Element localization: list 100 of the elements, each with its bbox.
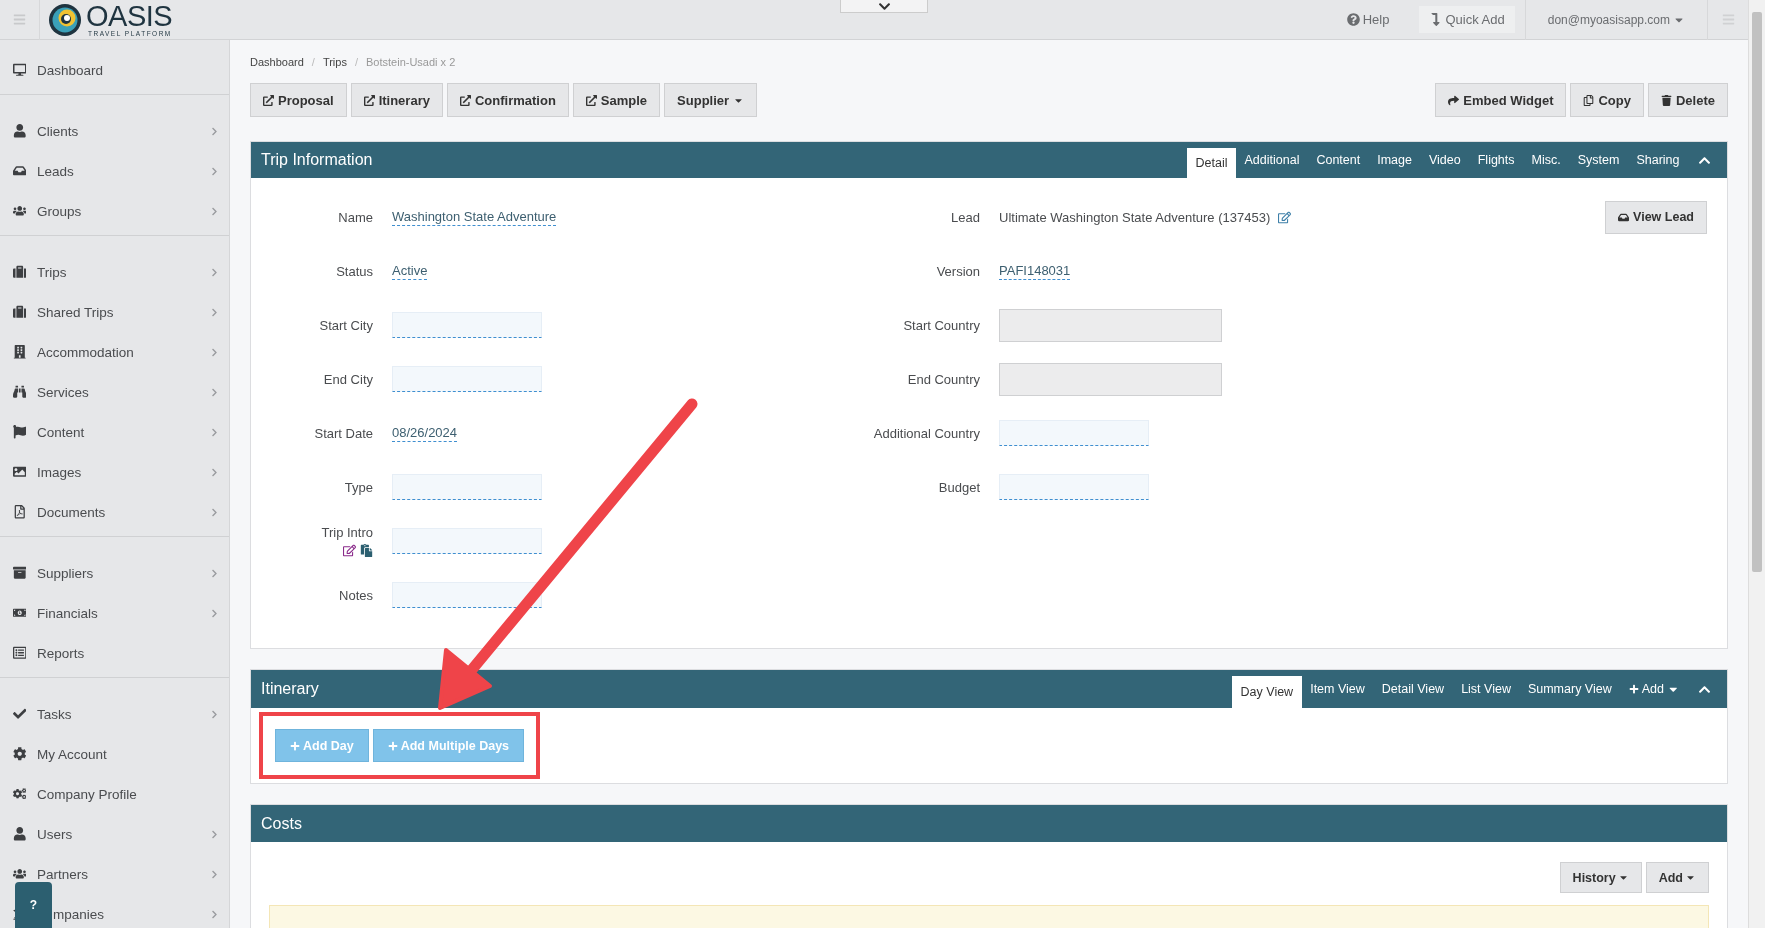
chevron-icon [210,166,219,176]
input-field[interactable] [392,528,542,554]
sidebar-item[interactable]: mpanies [53,906,200,922]
input-field[interactable] [392,312,542,338]
field-label: Start Country [903,317,980,333]
sidebar-item[interactable]: Leads [0,151,229,191]
view-lead-button[interactable]: View Lead [1605,200,1707,234]
tab[interactable]: Item View [1301,673,1374,705]
input-field[interactable] [999,420,1149,446]
sidebar-item[interactable]: Dashboard [0,50,229,90]
paste-icon[interactable] [360,544,373,557]
chevron-icon [210,869,219,879]
sidebar-item[interactable]: Accommodation [0,332,229,372]
tab[interactable]: Content [1307,145,1369,175]
breadcrumb-link[interactable]: Trips [322,56,347,68]
chevron-icon [210,909,219,919]
input-field[interactable] [999,474,1149,500]
edit-icon[interactable] [343,544,356,557]
flag-icon [12,425,27,439]
editable-value[interactable]: 08/26/2024 [392,424,458,442]
top-link[interactable]: Quick Add [1419,6,1515,33]
chevron-icon [210,829,219,839]
panel-title: Itinerary [261,680,319,698]
tab[interactable]: Detail [1187,148,1237,178]
sidebar-item[interactable]: Images [0,452,229,492]
sidebar-item[interactable]: Groups [0,191,229,231]
action-button[interactable]: Embed Widget [1435,83,1567,117]
editable-value[interactable]: PAFI148031 [999,262,1071,280]
open-button[interactable]: Confirmation [446,83,569,117]
gear-icon [12,747,27,761]
sidebar-item[interactable]: Clients [0,111,229,151]
field-label: Notes [339,587,373,603]
sidebar-item[interactable]: Users [0,814,229,854]
tab[interactable]: Detail View [1373,673,1453,705]
breadcrumb-link[interactable]: Dashboard [250,56,304,68]
field-label: Lead [951,209,980,225]
field-label: Type [344,479,373,495]
open-button[interactable]: Sample [572,83,661,117]
breadcrumb-separator: / [311,56,315,68]
input-field[interactable] [392,366,542,392]
logo-name: OASIS [86,1,173,31]
briefcase-icon [12,305,27,319]
tab[interactable]: Summary View [1519,673,1621,705]
sidebar-item[interactable]: My Account [0,734,229,774]
chevron-icon [210,427,219,437]
action-button[interactable]: Delete [1647,83,1728,117]
input-field[interactable] [392,582,542,608]
sidebar-item[interactable]: Documents [0,492,229,532]
open-button[interactable]: Proposal [250,83,347,117]
menu-icon[interactable] [13,13,26,26]
tab[interactable]: Video [1420,145,1470,175]
external-link-icon [263,94,274,106]
sidebar-item[interactable]: Financials [0,593,229,633]
dropdown-button[interactable]: Add [1645,862,1709,893]
pdf-file-icon [12,505,27,519]
dropdown-button[interactable]: History [1559,862,1642,893]
monitor-icon [12,63,27,77]
tab[interactable]: System [1569,145,1628,175]
tab[interactable]: Sharing [1627,145,1688,175]
sidebar-item[interactable]: Trips [0,252,229,292]
breadcrumb-current: Botstein-Usadi x 2 [366,56,456,68]
sidebar-item[interactable]: Shared Trips [0,292,229,332]
field-label: Trip Intro [321,525,373,540]
plus-icon [290,740,300,751]
editable-value[interactable]: Active [392,262,428,280]
plus-icon [387,740,398,751]
building-icon [12,345,27,359]
chevron-icon [210,387,219,397]
field-label: Budget [938,479,980,495]
action-button[interactable]: Copy [1570,83,1644,117]
tab[interactable]: List View [1452,673,1520,705]
image-icon [12,465,27,479]
editable-value[interactable]: Washington State Adventure [392,208,557,226]
tab[interactable]: Image [1368,145,1421,175]
dropdown-tab[interactable] [840,0,928,13]
sidebar-item[interactable]: Services [0,372,229,412]
tab[interactable]: Flights [1469,145,1524,175]
tab[interactable]: Additional [1236,145,1308,175]
user-menu[interactable]: don@myoasisapp.com [1525,12,1707,27]
top-link[interactable]: Help [1336,6,1400,33]
share-icon [1448,94,1460,106]
sidebar-item[interactable]: Reports [0,633,229,673]
add-menu[interactable]: Add [1620,673,1688,705]
sidebar-item[interactable]: Company Profile [0,774,229,814]
field-label: Start Date [314,425,373,441]
dropdown-button[interactable]: Supplier [664,83,758,117]
sidebar-item[interactable]: Suppliers [0,553,229,593]
external-link-icon [363,94,375,106]
chevron-icon [210,307,219,317]
help-button[interactable]: ? [15,882,52,928]
tab[interactable]: Day View [1232,676,1302,708]
open-button[interactable]: Itinerary [350,83,443,117]
edit-icon[interactable] [1278,210,1292,224]
input-field[interactable] [392,474,542,500]
tab[interactable]: Misc. [1523,145,1570,175]
field-label: Start City [319,317,373,333]
sidebar-item[interactable]: Content [0,412,229,452]
sidebar-item[interactable]: Tasks [0,694,229,734]
binoculars-icon [12,385,27,399]
scrollbar-thumb[interactable] [1752,12,1762,572]
